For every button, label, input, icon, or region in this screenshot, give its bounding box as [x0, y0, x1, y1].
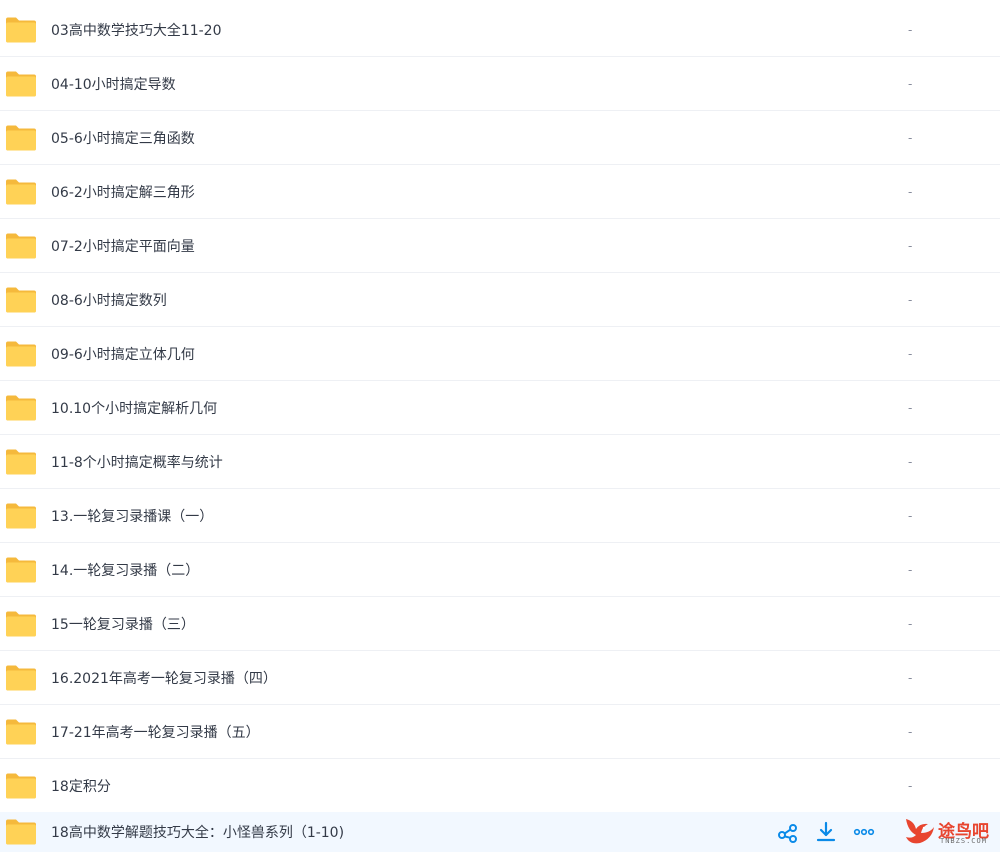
folder-icon: [5, 287, 37, 314]
folder-icon: [5, 773, 37, 800]
list-item[interactable]: 05-6小时搞定三角函数 -: [0, 112, 1000, 165]
folder-size: -: [908, 347, 913, 361]
list-item-hovered[interactable]: 18高中数学解题技巧大全：小怪兽系列（1-10): [0, 812, 1000, 852]
folder-icon: [5, 557, 37, 584]
list-item[interactable]: 17-21年高考一轮复习录播（五） -: [0, 706, 1000, 759]
folder-size: -: [908, 131, 913, 145]
folder-name[interactable]: 10.10个小时搞定解析几何: [51, 398, 217, 418]
folder-icon: [5, 17, 37, 44]
folder-name[interactable]: 07-2小时搞定平面向量: [51, 236, 195, 256]
folder-name[interactable]: 18高中数学解题技巧大全：小怪兽系列（1-10): [51, 822, 344, 842]
folder-icon: [5, 719, 37, 746]
folder-name[interactable]: 18定积分: [51, 776, 111, 796]
folder-size: -: [908, 23, 913, 37]
list-item[interactable]: 18定积分 -: [0, 760, 1000, 813]
folder-name[interactable]: 04-10小时搞定导数: [51, 74, 176, 94]
more-icon: [853, 828, 875, 836]
watermark: 途鸟吧 TNBZS.COM: [900, 814, 996, 850]
list-item[interactable]: 09-6小时搞定立体几何 -: [0, 328, 1000, 381]
folder-size: -: [908, 401, 913, 415]
list-item[interactable]: 10.10个小时搞定解析几何 -: [0, 382, 1000, 435]
folder-size: -: [908, 293, 913, 307]
folder-size: -: [908, 455, 913, 469]
folder-icon: [5, 665, 37, 692]
folder-name[interactable]: 08-6小时搞定数列: [51, 290, 167, 310]
list-item[interactable]: 04-10小时搞定导数 -: [0, 58, 1000, 111]
share-button[interactable]: [775, 819, 801, 845]
folder-name[interactable]: 14.一轮复习录播（二）: [51, 560, 199, 580]
folder-size: -: [908, 725, 913, 739]
folder-icon: [5, 449, 37, 476]
folder-size: -: [908, 563, 913, 577]
folder-icon: [5, 819, 37, 846]
folder-name[interactable]: 03高中数学技巧大全11-20: [51, 20, 222, 40]
download-button[interactable]: [813, 819, 839, 845]
list-item[interactable]: 15一轮复习录播（三） -: [0, 598, 1000, 651]
list-item[interactable]: 16.2021年高考一轮复习录播（四） -: [0, 652, 1000, 705]
folder-size: -: [908, 671, 913, 685]
folder-icon: [5, 179, 37, 206]
download-icon: [816, 821, 836, 842]
folder-size: -: [908, 77, 913, 91]
row-actions: [775, 819, 889, 845]
watermark-subtext: TNBZS.COM: [940, 837, 987, 845]
folder-icon: [5, 341, 37, 368]
folder-icon: [5, 233, 37, 260]
folder-icon: [5, 611, 37, 638]
list-item[interactable]: 08-6小时搞定数列 -: [0, 274, 1000, 327]
folder-icon: [5, 125, 37, 152]
folder-icon: [5, 503, 37, 530]
folder-icon: [5, 395, 37, 422]
share-icon: [778, 824, 797, 843]
more-button[interactable]: [851, 819, 877, 845]
folder-size: -: [908, 617, 913, 631]
folder-name[interactable]: 09-6小时搞定立体几何: [51, 344, 195, 364]
folder-name[interactable]: 16.2021年高考一轮复习录播（四）: [51, 668, 277, 688]
folder-name[interactable]: 05-6小时搞定三角函数: [51, 128, 195, 148]
list-item[interactable]: 06-2小时搞定解三角形 -: [0, 166, 1000, 219]
list-item[interactable]: 14.一轮复习录播（二） -: [0, 544, 1000, 597]
list-item[interactable]: 07-2小时搞定平面向量 -: [0, 220, 1000, 273]
folder-name[interactable]: 17-21年高考一轮复习录播（五）: [51, 722, 260, 742]
file-list: 03高中数学技巧大全11-20 - 04-10小时搞定导数 - 05-6小时搞定…: [0, 0, 1000, 852]
folder-icon: [5, 71, 37, 98]
folder-name[interactable]: 13.一轮复习录播课（一）: [51, 506, 213, 526]
folder-size: -: [908, 239, 913, 253]
list-item[interactable]: 03高中数学技巧大全11-20 -: [0, 4, 1000, 57]
folder-name[interactable]: 15一轮复习录播（三）: [51, 614, 195, 634]
folder-size: -: [908, 185, 913, 199]
folder-name[interactable]: 06-2小时搞定解三角形: [51, 182, 195, 202]
list-item[interactable]: 13.一轮复习录播课（一） -: [0, 490, 1000, 543]
list-item[interactable]: 11-8个小时搞定概率与统计 -: [0, 436, 1000, 489]
folder-size: -: [908, 509, 913, 523]
bird-logo-icon: [906, 819, 934, 844]
folder-name[interactable]: 11-8个小时搞定概率与统计: [51, 452, 223, 472]
folder-size: -: [908, 779, 913, 793]
